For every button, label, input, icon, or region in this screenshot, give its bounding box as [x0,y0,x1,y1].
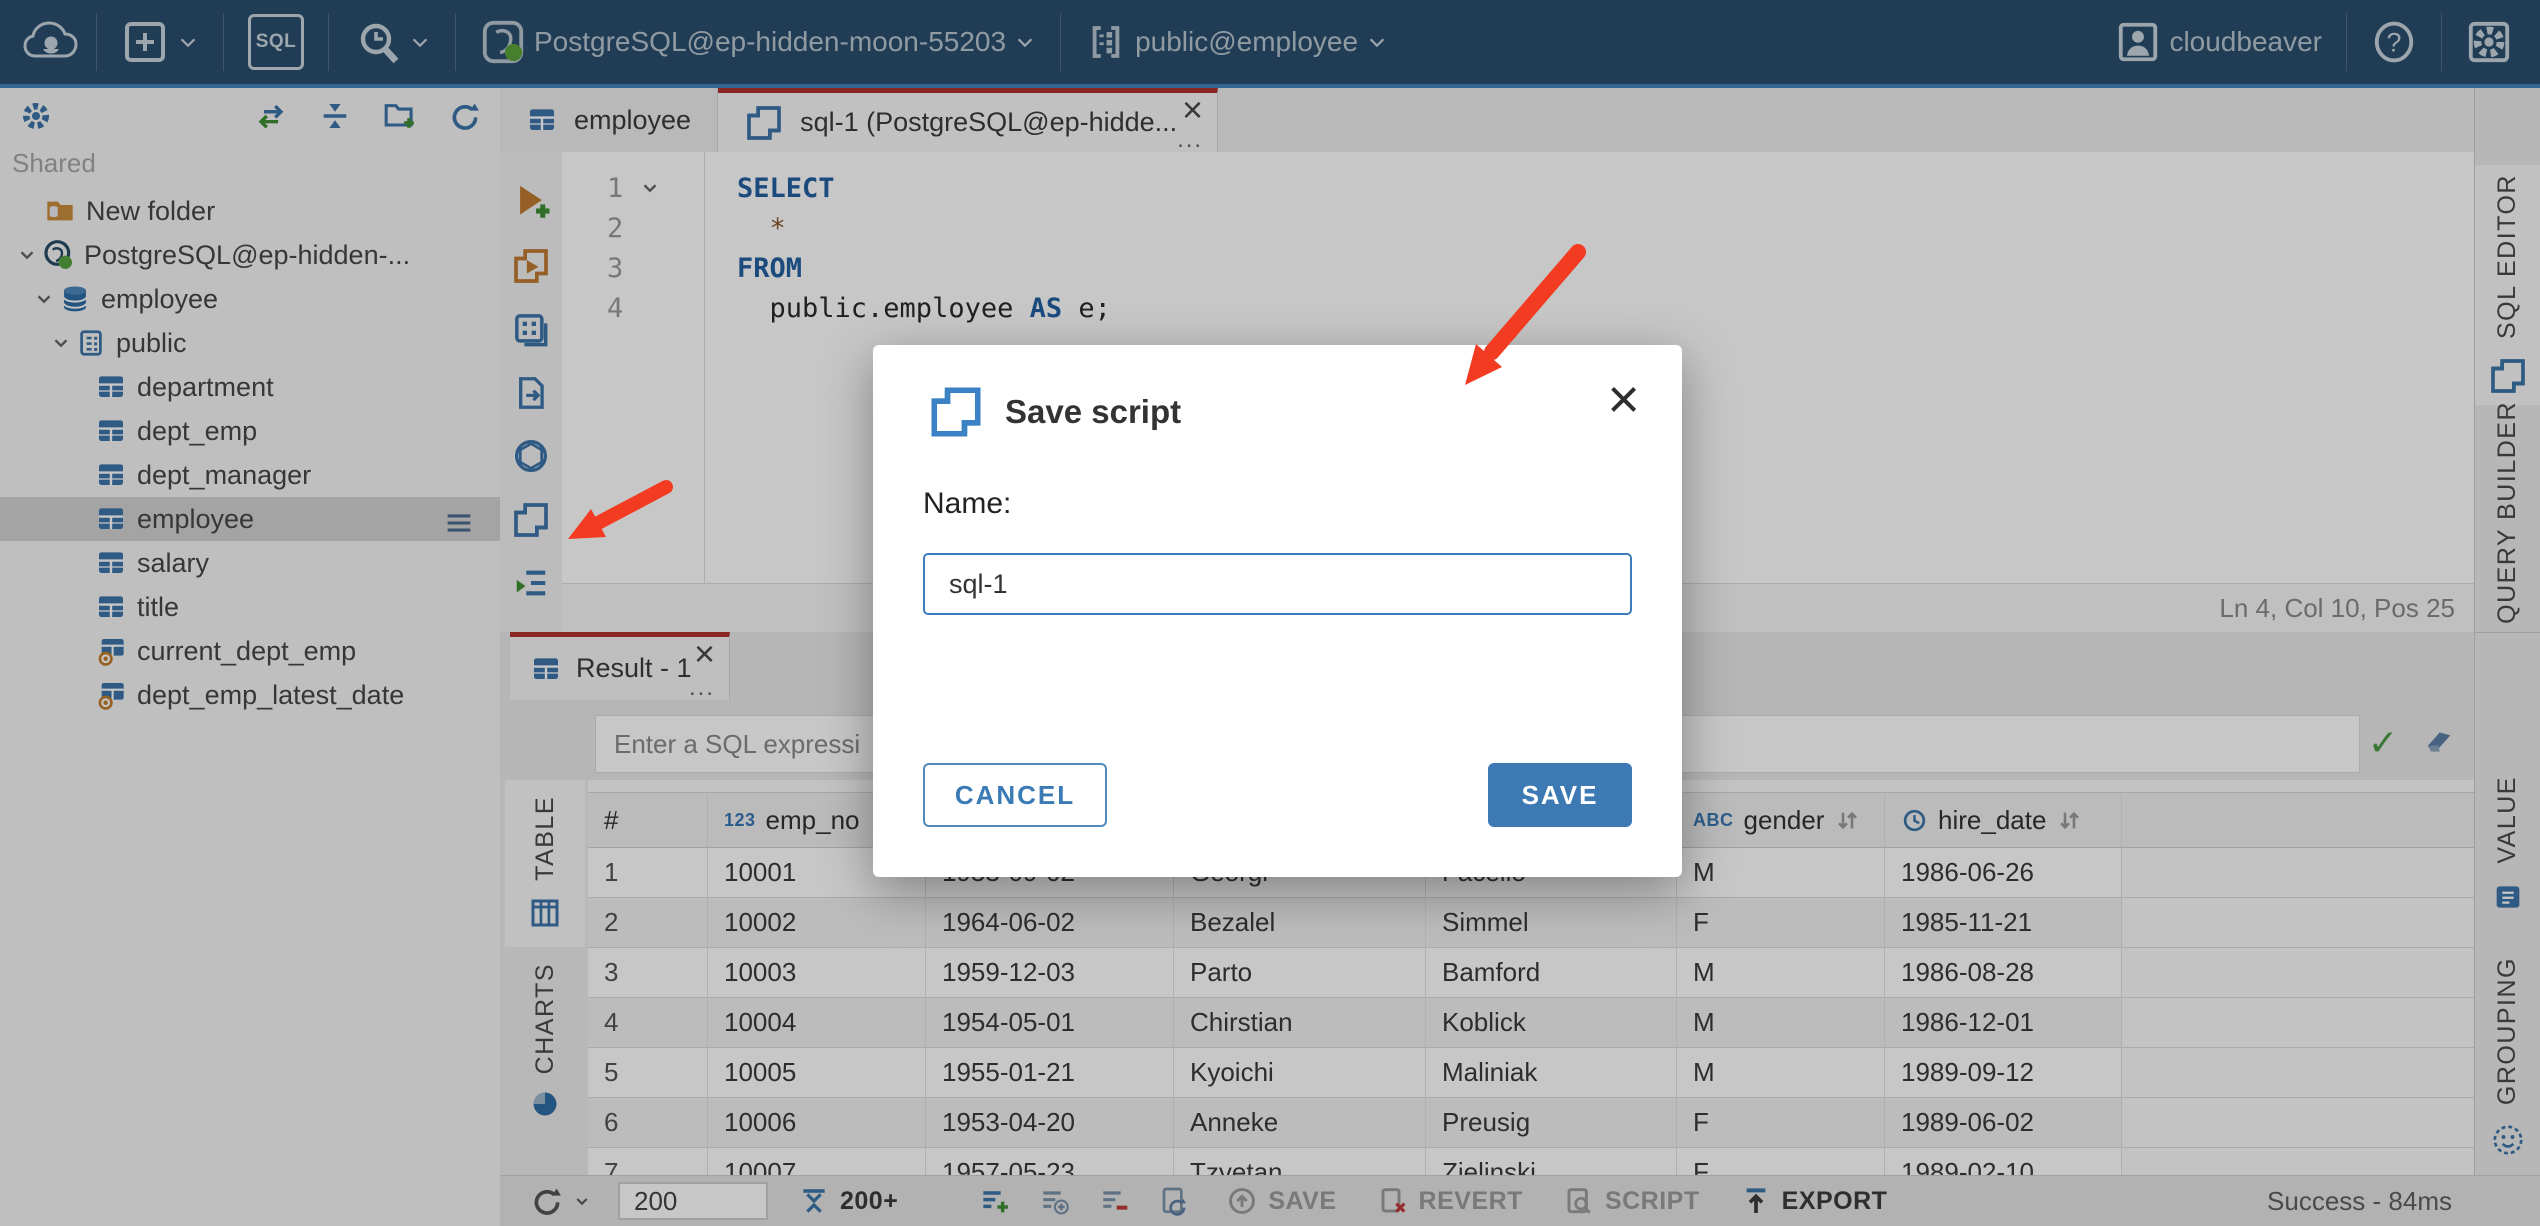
close-icon[interactable]: × [1607,371,1640,427]
name-label: Name: [923,487,1012,520]
cloudbeaver-app: SQL PostgreSQL@ep-hidden-moon-55203 publ… [0,0,2540,1226]
script-icon [927,383,985,441]
save-script-dialog: Save script × Name: CANCEL SAVE [873,345,1682,877]
script-name-input[interactable] [923,553,1632,615]
cancel-button[interactable]: CANCEL [923,763,1107,827]
save-button[interactable]: SAVE [1488,763,1632,827]
dialog-title: Save script [1005,393,1182,430]
